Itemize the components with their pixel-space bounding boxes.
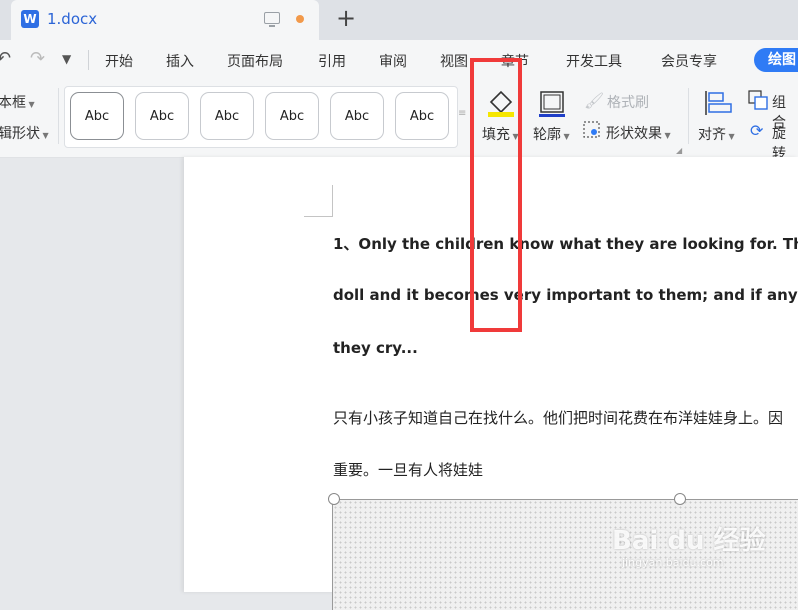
chevron-down-icon: ▼ [40,131,49,140]
chevron-down-icon: ▼ [561,132,570,141]
chevron-down-icon: ▼ [26,100,35,109]
chevron-down-icon: ▼ [726,132,735,141]
menu-item-start[interactable]: 开始 [105,51,133,71]
outline-icon[interactable] [537,90,567,118]
margin-corner-mark [332,185,333,217]
unsaved-dot-icon [296,15,304,23]
align-button[interactable]: 对齐 ▼ [698,124,735,144]
chevron-down-icon[interactable]: ▼ [62,52,71,66]
resize-handle[interactable] [674,493,686,505]
style-sample[interactable]: Abc [265,92,319,140]
chevron-down-icon: ▼ [662,131,671,140]
outline-label: 轮廓 [533,127,561,143]
shape-effects-label: 形状效果 [606,126,662,142]
monitor-icon[interactable] [264,12,280,27]
undo-icon[interactable]: ↶ [0,48,11,69]
redo-icon[interactable]: ↷ [30,48,45,69]
tab-drawing-tools[interactable]: 绘图 [754,48,798,72]
ribbon-divider [688,88,689,144]
style-sample[interactable]: Abc [135,92,189,140]
textbox-label: 本框 [0,95,26,111]
menu-item-view[interactable]: 视图 [440,51,468,71]
baidu-watermark-url: jingyan.baidu.com [622,556,724,569]
menu-item-developer[interactable]: 开发工具 [566,51,622,71]
paragraph-zh-line[interactable]: 只有小孩子知道自己在找什么。他们把时间花费在布洋娃娃身上。因 [333,407,783,428]
word-doc-icon: W [21,10,39,28]
edit-shape-button[interactable]: 辑形状 ▼ [0,123,49,143]
margin-corner-mark [304,216,333,217]
baidu-watermark: Bai du 经验 [612,526,766,556]
outline-button[interactable]: 轮廓 ▼ [533,124,570,144]
style-sample[interactable]: Abc [330,92,384,140]
menu-divider [88,50,89,70]
rotate-icon[interactable]: ⟳ [750,121,763,140]
align-label: 对齐 [698,127,726,143]
style-sample[interactable]: Abc [395,92,449,140]
paragraph-en-line[interactable]: doll and it becomes very important to th… [333,286,798,304]
style-sample[interactable]: Abc [200,92,254,140]
menu-item-review[interactable]: 审阅 [379,51,407,71]
paragraph-en-line[interactable]: they cry... [333,339,418,357]
format-painter-button[interactable]: 格式刷 [607,92,649,112]
new-tab-plus-icon[interactable]: + [336,6,356,30]
shape-effects-icon[interactable] [582,120,602,140]
highlight-box [470,58,522,332]
shape-effects-button[interactable]: 形状效果 ▼ [606,123,671,143]
textbox-button[interactable]: 本框 ▼ [0,92,35,112]
menu-item-references[interactable]: 引用 [318,51,346,71]
ribbon-divider [58,88,59,144]
edit-shape-label: 辑形状 [0,126,40,142]
paragraph-zh-line[interactable]: 重要。一旦有人将娃娃 [333,459,483,480]
menu-item-insert[interactable]: 插入 [166,51,194,71]
style-sample[interactable]: Abc [70,92,124,140]
dialog-launcher-icon[interactable]: ◢ [676,146,682,155]
paragraph-en-line[interactable]: 1、Only the children know what they are l… [333,233,798,254]
gallery-scroll-icon[interactable]: ≡ [458,108,466,119]
tab-title[interactable]: 1.docx [47,10,97,28]
group-icon[interactable] [748,90,768,110]
format-painter-icon: 🖌 [584,91,605,110]
menu-item-page-layout[interactable]: 页面布局 [227,51,283,71]
align-icon[interactable] [703,89,733,117]
menu-item-member[interactable]: 会员专享 [661,51,717,71]
resize-handle[interactable] [328,493,340,505]
